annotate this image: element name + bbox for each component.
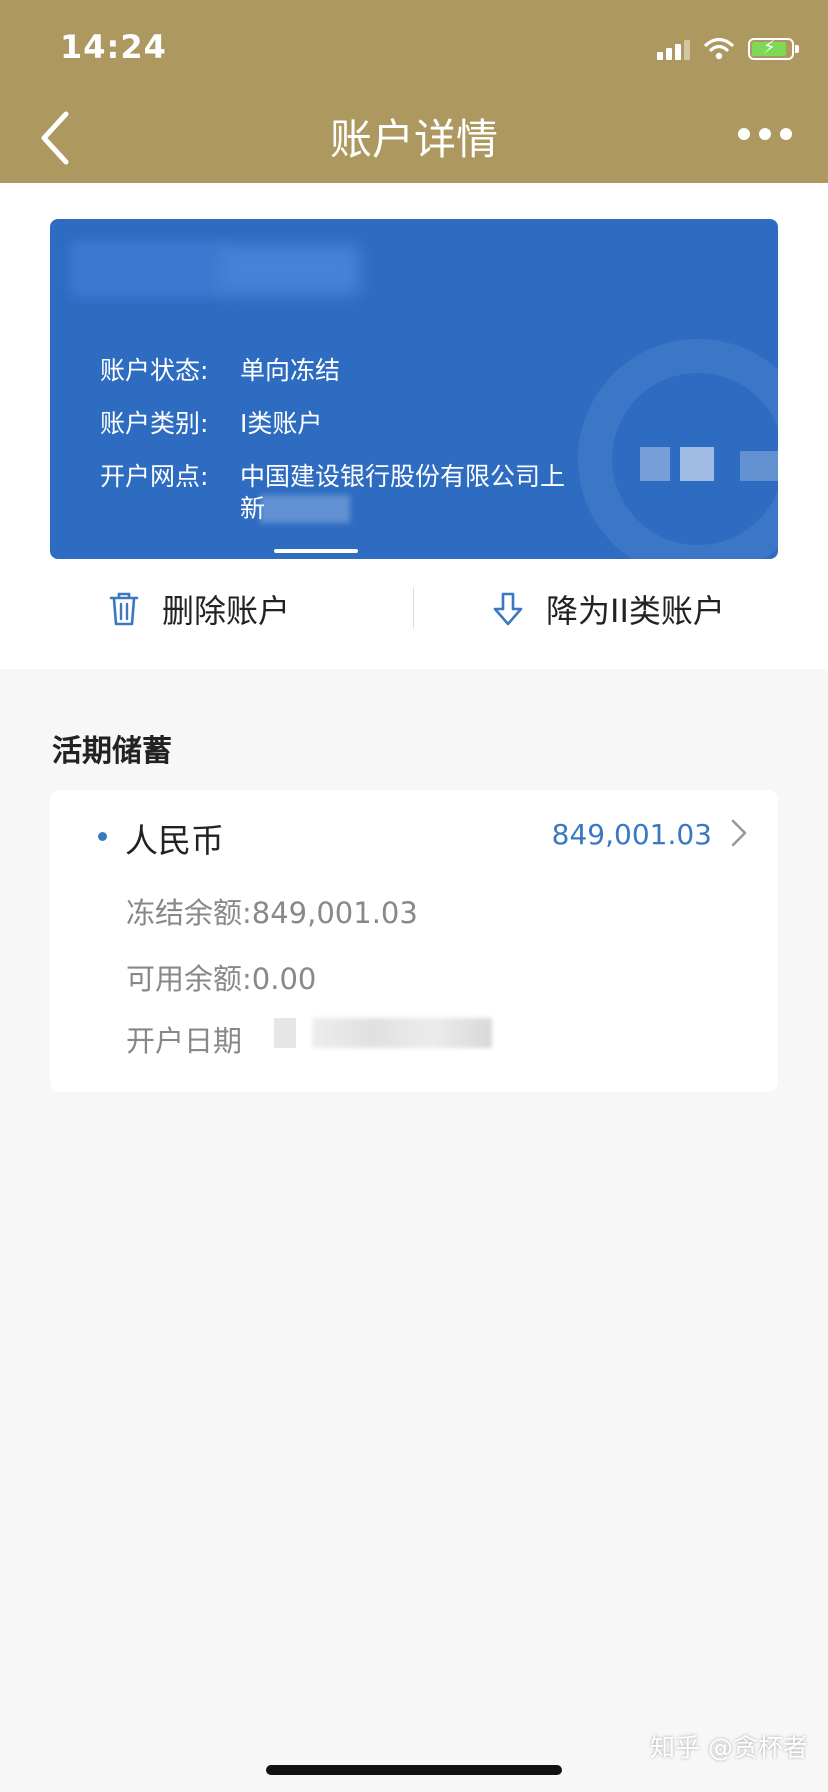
- account-type-row: 账户类别: I类账户: [100, 408, 322, 440]
- available-balance-label: 可用余额:: [126, 962, 252, 996]
- watermark: 知乎 @贪杯者: [650, 1733, 808, 1762]
- account-type-label: 账户类别:: [100, 409, 209, 438]
- status-time: 14:24: [60, 28, 167, 66]
- pixelated-mask: [740, 451, 778, 481]
- cellular-signal-icon: [657, 38, 690, 60]
- balance-amount[interactable]: 849,001.03: [552, 818, 712, 851]
- account-branch-row: 开户网点: 中国建设银行股份有限公司上 新: [100, 461, 565, 523]
- bank-logo-watermark: [578, 339, 778, 559]
- section-title-demand-savings: 活期储蓄: [52, 734, 172, 769]
- status-icons: ⚡: [657, 34, 799, 64]
- pixelated-mask: [680, 447, 714, 481]
- wifi-icon: [704, 37, 734, 60]
- masked-account-number: [70, 241, 230, 297]
- account-card: 账户状态: 单向冻结 账户类别: I类账户 开户网点: 中国建设银行股份有限公司上 …: [50, 219, 778, 559]
- home-indicator[interactable]: [266, 1765, 562, 1775]
- pixelated-mask: [274, 1018, 296, 1048]
- available-balance-value: 0.00: [251, 962, 317, 996]
- card-handle: [274, 549, 358, 553]
- account-summary-area: 账户状态: 单向冻结 账户类别: I类账户 开户网点: 中国建设银行股份有限公司上 …: [0, 183, 828, 669]
- account-branch-label: 开户网点:: [100, 462, 209, 491]
- arrow-down-icon: [493, 592, 523, 626]
- header-bar: 14:24 ⚡ 账户详情: [0, 0, 828, 183]
- frozen-balance-label: 冻结余额:: [126, 896, 252, 930]
- delete-account-button[interactable]: 删除账户: [108, 579, 290, 639]
- available-balance-row: 可用余额:0.00: [126, 956, 316, 998]
- pixelated-mask: [640, 447, 670, 481]
- currency-label: 人民币: [125, 821, 224, 860]
- pixelated-mask: [312, 1018, 492, 1048]
- chevron-right-icon[interactable]: [730, 818, 748, 848]
- downgrade-account-label: 降为II类账户: [546, 592, 725, 630]
- frozen-balance-value: 849,001.03: [251, 896, 418, 930]
- masked-account-name: [220, 245, 360, 295]
- trash-icon: [109, 592, 139, 626]
- account-type-value: I类账户: [240, 409, 323, 438]
- account-branch-value: 中国建设银行股份有限公司上: [240, 462, 566, 491]
- action-divider: [413, 587, 414, 629]
- page-title: 账户详情: [329, 115, 498, 164]
- battery-icon: ⚡: [748, 37, 799, 60]
- downgrade-account-button[interactable]: 降为II类账户: [492, 579, 725, 639]
- account-actions: 删除账户 降为II类账户: [0, 579, 828, 669]
- more-options-icon[interactable]: [738, 128, 792, 140]
- savings-account-card[interactable]: 人民币 849,001.03 冻结余额:849,001.03 可用余额:0.00…: [50, 790, 778, 1092]
- frozen-balance-row: 冻结余额:849,001.03: [126, 890, 418, 932]
- pixelated-mask: [260, 495, 350, 523]
- delete-account-label: 删除账户: [162, 592, 291, 630]
- open-date-row: 开户日期: [126, 1018, 242, 1060]
- account-status-value: 单向冻结: [240, 356, 341, 385]
- bullet-dot: [98, 832, 107, 841]
- open-date-label: 开户日期: [126, 1024, 243, 1058]
- account-status-label: 账户状态:: [100, 356, 209, 385]
- account-status-row: 账户状态: 单向冻结: [100, 355, 340, 387]
